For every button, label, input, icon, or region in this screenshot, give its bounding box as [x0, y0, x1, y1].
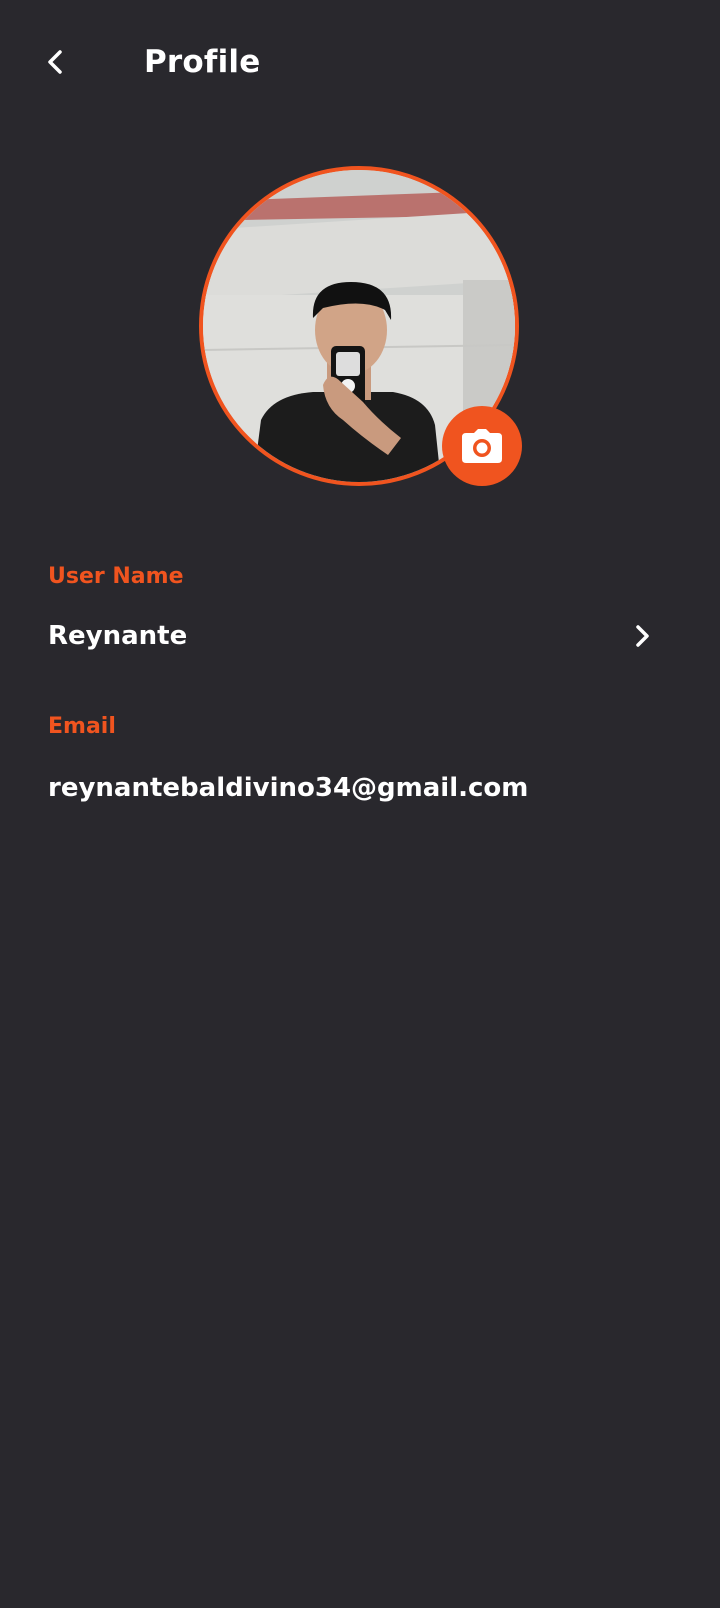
- camera-icon: [462, 429, 502, 463]
- chevron-right-icon: [628, 622, 656, 650]
- username-label: User Name: [48, 564, 184, 589]
- back-button[interactable]: [40, 46, 72, 78]
- email-value: reynantebaldivino34@gmail.com: [48, 773, 529, 803]
- username-value: Reynante: [48, 621, 188, 651]
- chevron-left-icon: [48, 50, 62, 74]
- app-header: Profile: [0, 0, 720, 130]
- email-label: Email: [48, 714, 116, 739]
- username-row[interactable]: Reynante: [0, 612, 720, 664]
- change-photo-button[interactable]: [442, 406, 522, 486]
- profile-photo-section: [199, 166, 522, 486]
- page-title: Profile: [144, 44, 261, 80]
